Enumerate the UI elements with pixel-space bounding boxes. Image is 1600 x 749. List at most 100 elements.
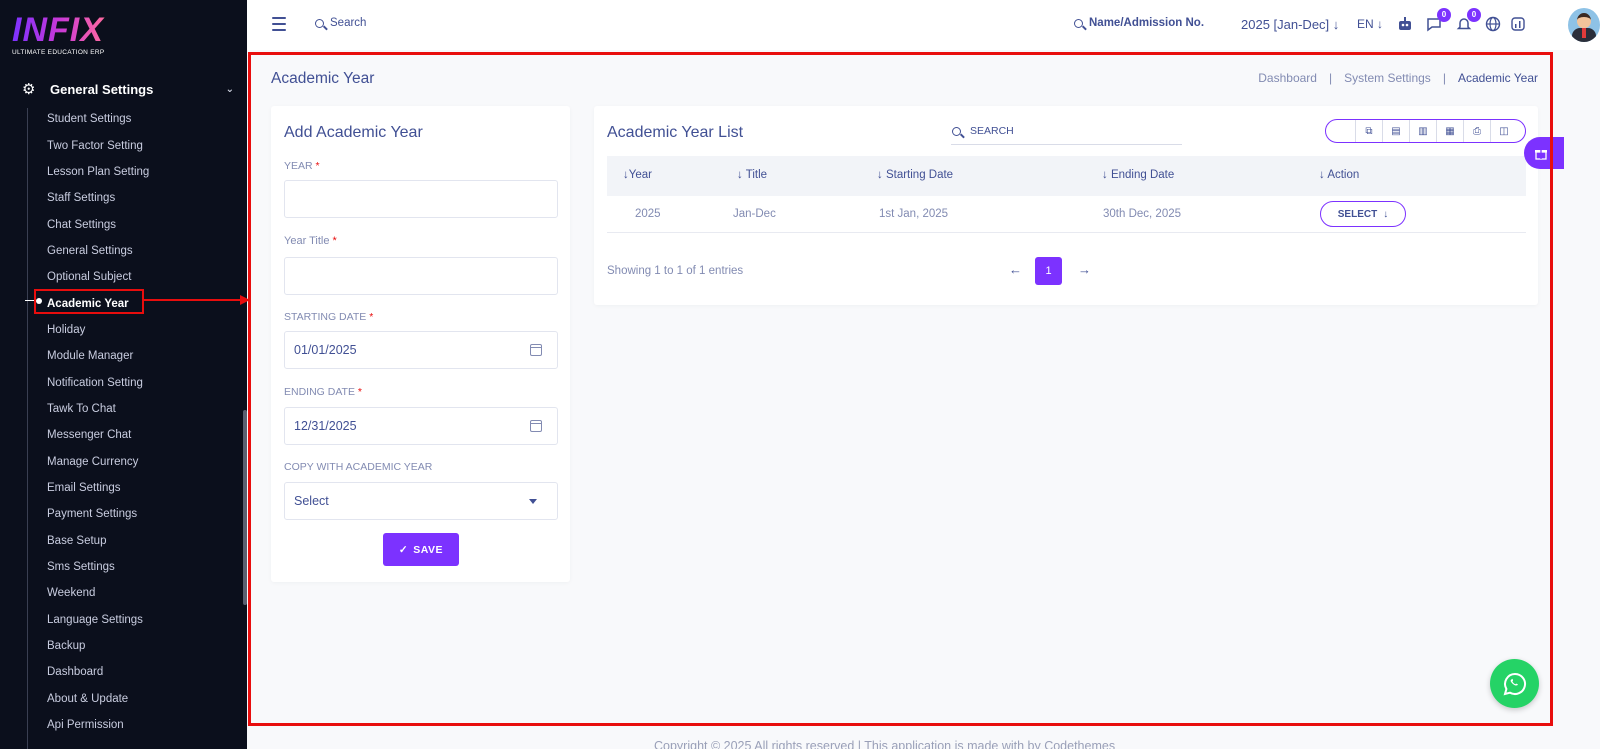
cell-starting-date: 1st Jan, 2025 bbox=[879, 208, 949, 220]
sidebar-item-manage-currency[interactable]: Manage Currency bbox=[47, 448, 149, 474]
breadcrumb-separator: | bbox=[1442, 71, 1446, 85]
sidebar-item-base-setup[interactable]: Base Setup bbox=[47, 528, 149, 554]
sidebar-item-payment-settings[interactable]: Payment Settings bbox=[47, 501, 149, 527]
year-title-input[interactable] bbox=[284, 257, 558, 295]
excel-icon[interactable]: ▤ bbox=[1382, 120, 1409, 142]
gift-icon[interactable] bbox=[1524, 137, 1564, 169]
search-icon bbox=[952, 126, 961, 136]
user-avatar[interactable] bbox=[1568, 8, 1600, 42]
select-action-button[interactable]: SELECT ↓ bbox=[1320, 201, 1406, 227]
sidebar-item-student-settings[interactable]: Student Settings bbox=[47, 106, 149, 132]
add-academic-year-card: Add Academic Year YEAR * Year Title * ST… bbox=[271, 106, 570, 582]
chevron-down-icon: ⌄ bbox=[225, 83, 234, 95]
column-header-starting-date[interactable]: ↓ Starting Date bbox=[877, 169, 953, 181]
copy-icon[interactable]: ⧉ bbox=[1355, 120, 1382, 142]
sort-arrow-icon: ↓ bbox=[877, 169, 883, 181]
global-search[interactable]: Search bbox=[315, 17, 366, 29]
sidebar-item-general-settings[interactable]: General Settings bbox=[47, 238, 149, 264]
sidebar-scrollbar[interactable] bbox=[243, 410, 247, 605]
global-search-label: Search bbox=[330, 17, 367, 29]
highlight-box bbox=[34, 289, 144, 314]
check-icon: ✓ bbox=[398, 543, 409, 556]
columns-icon[interactable]: ◫ bbox=[1490, 120, 1517, 142]
search-icon bbox=[315, 18, 324, 28]
form-title: Add Academic Year bbox=[284, 124, 423, 141]
ending-date-input[interactable]: 12/31/2025 bbox=[284, 407, 558, 445]
gears-icon: ⚙ bbox=[22, 81, 36, 98]
breadcrumb-dashboard[interactable]: Dashboard bbox=[1258, 71, 1317, 85]
print-icon[interactable]: ⎙ bbox=[1463, 120, 1490, 142]
year-title-label: Year Title * bbox=[284, 235, 337, 247]
csv-icon[interactable]: ▥ bbox=[1409, 120, 1436, 142]
ending-date-label: ENDING DATE * bbox=[284, 386, 362, 398]
sidebar-item-two-factor-setting[interactable]: Two Factor Setting bbox=[47, 132, 149, 158]
sidebar-section-general-settings[interactable]: ⚙ General Settings ⌄ bbox=[22, 78, 234, 100]
page-title: Academic Year bbox=[271, 70, 375, 87]
sidebar-item-module-manager[interactable]: Module Manager bbox=[47, 343, 149, 369]
active-indicator-line bbox=[25, 300, 34, 301]
chat-icon[interactable]: 0 bbox=[1425, 8, 1451, 33]
calendar-icon[interactable] bbox=[530, 344, 542, 356]
annotation-arrowhead bbox=[240, 295, 250, 305]
top-bar: Search Name/Admission No. 2025 [Jan-Dec]… bbox=[247, 0, 1600, 50]
table-header: ↓Year ↓ Title ↓ Starting Date ↓ Ending D… bbox=[607, 156, 1526, 196]
sidebar-item-api-permission[interactable]: Api Permission bbox=[47, 712, 149, 738]
sidebar-item-notification-setting[interactable]: Notification Setting bbox=[47, 369, 149, 395]
whatsapp-icon bbox=[1503, 672, 1526, 695]
calendar-icon[interactable] bbox=[530, 420, 542, 432]
starting-date-value: 01/01/2025 bbox=[294, 343, 357, 357]
language-selector[interactable]: EN ↓ bbox=[1357, 17, 1383, 31]
cell-year: 2025 bbox=[635, 208, 661, 220]
session-selector[interactable]: 2025 [Jan-Dec] ↓ bbox=[1241, 17, 1339, 32]
arrow-right-icon[interactable]: → bbox=[1078, 262, 1091, 277]
column-label: Title bbox=[745, 169, 768, 181]
sidebar-item-staff-settings[interactable]: Staff Settings bbox=[47, 185, 149, 211]
session-label: 2025 [Jan-Dec] bbox=[1241, 17, 1330, 32]
chat-badge: 0 bbox=[1437, 8, 1451, 22]
column-header-ending-date[interactable]: ↓ Ending Date bbox=[1102, 169, 1174, 181]
sidebar-item-sms-settings[interactable]: Sms Settings bbox=[47, 554, 149, 580]
sidebar-item-language-settings[interactable]: Language Settings bbox=[47, 607, 149, 633]
globe-icon[interactable] bbox=[1484, 15, 1502, 33]
student-search[interactable]: Name/Admission No. bbox=[1074, 17, 1204, 29]
column-label: Year bbox=[628, 169, 652, 181]
sidebar-item-lesson-plan-setting[interactable]: Lesson Plan Setting bbox=[47, 159, 149, 185]
sidebar-item-about-update[interactable]: About & Update bbox=[47, 686, 149, 712]
menu-toggle-icon[interactable] bbox=[272, 17, 286, 35]
annotation-arrow-line bbox=[144, 299, 242, 301]
sidebar-item-dashboard[interactable]: Dashboard bbox=[47, 659, 149, 685]
cell-ending-date: 30th Dec, 2025 bbox=[1103, 208, 1182, 220]
bell-icon[interactable]: 0 bbox=[1455, 8, 1481, 33]
arrow-left-icon[interactable]: ← bbox=[1009, 262, 1022, 277]
table-search[interactable]: SEARCH bbox=[951, 118, 1182, 145]
sidebar: INFIX ULTIMATE EDUCATION ERP ⚙ General S… bbox=[0, 0, 247, 749]
sidebar-item-messenger-chat[interactable]: Messenger Chat bbox=[47, 422, 149, 448]
sidebar-item-chat-settings[interactable]: Chat Settings bbox=[47, 211, 149, 237]
sidebar-item-email-settings[interactable]: Email Settings bbox=[47, 475, 149, 501]
column-header-action[interactable]: ↓ Action bbox=[1319, 169, 1359, 181]
sidebar-item-holiday[interactable]: Holiday bbox=[47, 317, 149, 343]
year-input[interactable] bbox=[284, 180, 558, 218]
report-icon[interactable] bbox=[1509, 15, 1527, 33]
save-button[interactable]: ✓ SAVE bbox=[383, 533, 459, 566]
column-header-title[interactable]: ↓ Title bbox=[737, 169, 767, 181]
robot-icon[interactable] bbox=[1396, 15, 1414, 33]
sidebar-item-backup[interactable]: Backup bbox=[47, 633, 149, 659]
ending-date-label-text: ENDING DATE bbox=[284, 386, 355, 398]
arrow-down-icon: ↓ bbox=[1383, 208, 1389, 220]
app-logo[interactable]: INFIX ULTIMATE EDUCATION ERP bbox=[12, 12, 105, 56]
year-label-text: YEAR bbox=[284, 160, 313, 172]
whatsapp-chat-button[interactable] bbox=[1490, 659, 1539, 708]
cell-title: Jan-Dec bbox=[733, 208, 776, 220]
column-header-year[interactable]: ↓Year bbox=[623, 169, 652, 181]
sidebar-item-weekend[interactable]: Weekend bbox=[47, 580, 149, 606]
starting-date-input[interactable]: 01/01/2025 bbox=[284, 331, 558, 369]
pagination-page[interactable]: 1 bbox=[1035, 257, 1062, 285]
breadcrumb-system-settings[interactable]: System Settings bbox=[1344, 71, 1431, 85]
sidebar-item-optional-subject[interactable]: Optional Subject bbox=[47, 264, 149, 290]
column-label: Action bbox=[1327, 169, 1360, 181]
sidebar-item-tawk-to-chat[interactable]: Tawk To Chat bbox=[47, 396, 149, 422]
copy-year-select[interactable]: Select bbox=[284, 482, 558, 520]
pdf-icon[interactable]: ▦ bbox=[1436, 120, 1463, 142]
breadcrumb-separator: | bbox=[1328, 71, 1333, 85]
